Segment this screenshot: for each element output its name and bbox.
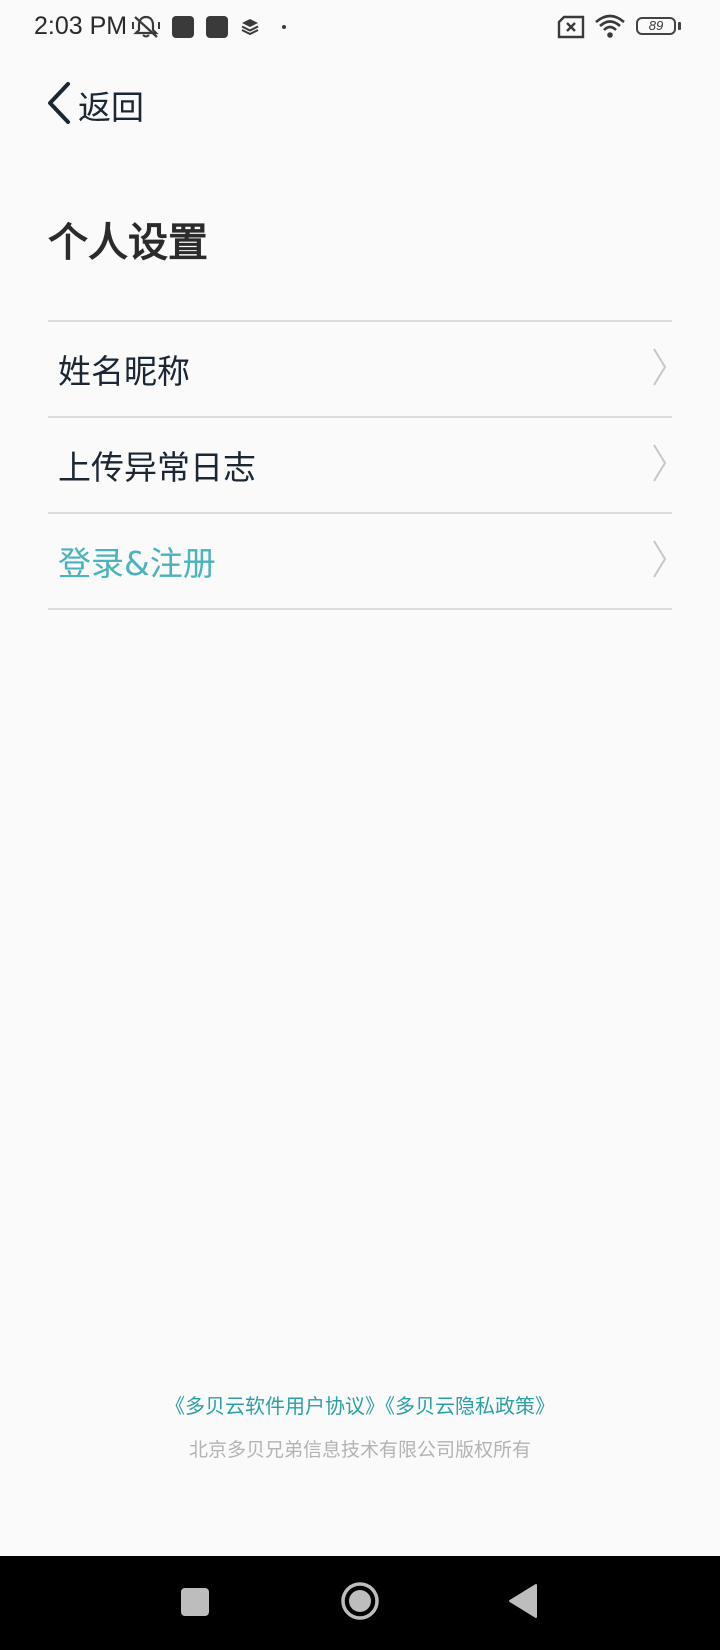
- settings-menu: 姓名昵称 上传异常日志 登录&注册: [48, 320, 672, 610]
- layers-icon: [240, 17, 260, 41]
- back-label: 返回: [78, 88, 144, 127]
- no-sim-icon: [556, 15, 586, 43]
- page-title: 个人设置: [48, 220, 208, 266]
- chevron-right-icon: [652, 347, 668, 391]
- back-triangle-icon: [509, 1584, 537, 1618]
- status-bar: 2:03 PM 89: [0, 0, 720, 56]
- app-notification-icon: [172, 16, 194, 38]
- privacy-policy-link[interactable]: 《多贝云隐私政策》: [385, 1394, 555, 1418]
- menu-item-nickname[interactable]: 姓名昵称: [48, 322, 672, 418]
- wifi-icon: [594, 13, 626, 43]
- menu-item-login-register[interactable]: 登录&注册: [48, 514, 672, 610]
- menu-item-label: 上传异常日志: [58, 448, 256, 487]
- footer: 《多贝云软件用户协议》《多贝云隐私政策》 北京多贝兄弟信息技术有限公司版权所有: [0, 1390, 720, 1462]
- home-icon: [341, 1582, 379, 1620]
- app-notification-icon: [206, 16, 228, 38]
- battery-level: 89: [648, 18, 664, 33]
- navigation-bar: [0, 1556, 720, 1650]
- menu-item-label: 姓名昵称: [58, 352, 190, 391]
- home-button[interactable]: [340, 1581, 380, 1621]
- chevron-right-icon: [652, 443, 668, 487]
- chevron-right-icon: [652, 539, 668, 583]
- user-agreement-link[interactable]: 《多贝云软件用户协议》: [165, 1394, 385, 1418]
- back-button[interactable]: 返回: [44, 80, 144, 130]
- footer-links: 《多贝云软件用户协议》《多贝云隐私政策》: [0, 1390, 720, 1419]
- chevron-left-icon: [44, 81, 72, 129]
- back-nav-button[interactable]: [508, 1583, 538, 1619]
- battery-icon: 89: [636, 17, 676, 35]
- dot-icon: [282, 25, 286, 29]
- status-time: 2:03 PM: [34, 12, 128, 40]
- battery-tip: [678, 22, 681, 30]
- recents-button[interactable]: [181, 1588, 209, 1616]
- mute-vibrate-icon: [132, 14, 160, 44]
- menu-item-upload-log[interactable]: 上传异常日志: [48, 418, 672, 514]
- menu-item-label: 登录&注册: [58, 544, 216, 583]
- copyright-text: 北京多贝兄弟信息技术有限公司版权所有: [188, 1439, 531, 1461]
